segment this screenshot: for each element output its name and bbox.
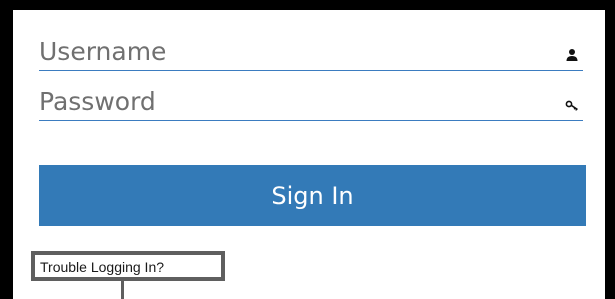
- username-input[interactable]: [39, 34, 539, 68]
- username-field-container: [39, 34, 583, 71]
- user-icon: [566, 49, 578, 61]
- password-input[interactable]: [39, 84, 539, 118]
- annotation-pointer-line: [121, 281, 124, 299]
- trouble-link-highlight: Trouble Logging In?: [31, 251, 225, 281]
- key-icon: [565, 100, 578, 111]
- sign-in-button[interactable]: Sign In: [39, 165, 586, 226]
- password-field-container: [39, 84, 583, 121]
- trouble-logging-in-link[interactable]: Trouble Logging In?: [40, 259, 164, 275]
